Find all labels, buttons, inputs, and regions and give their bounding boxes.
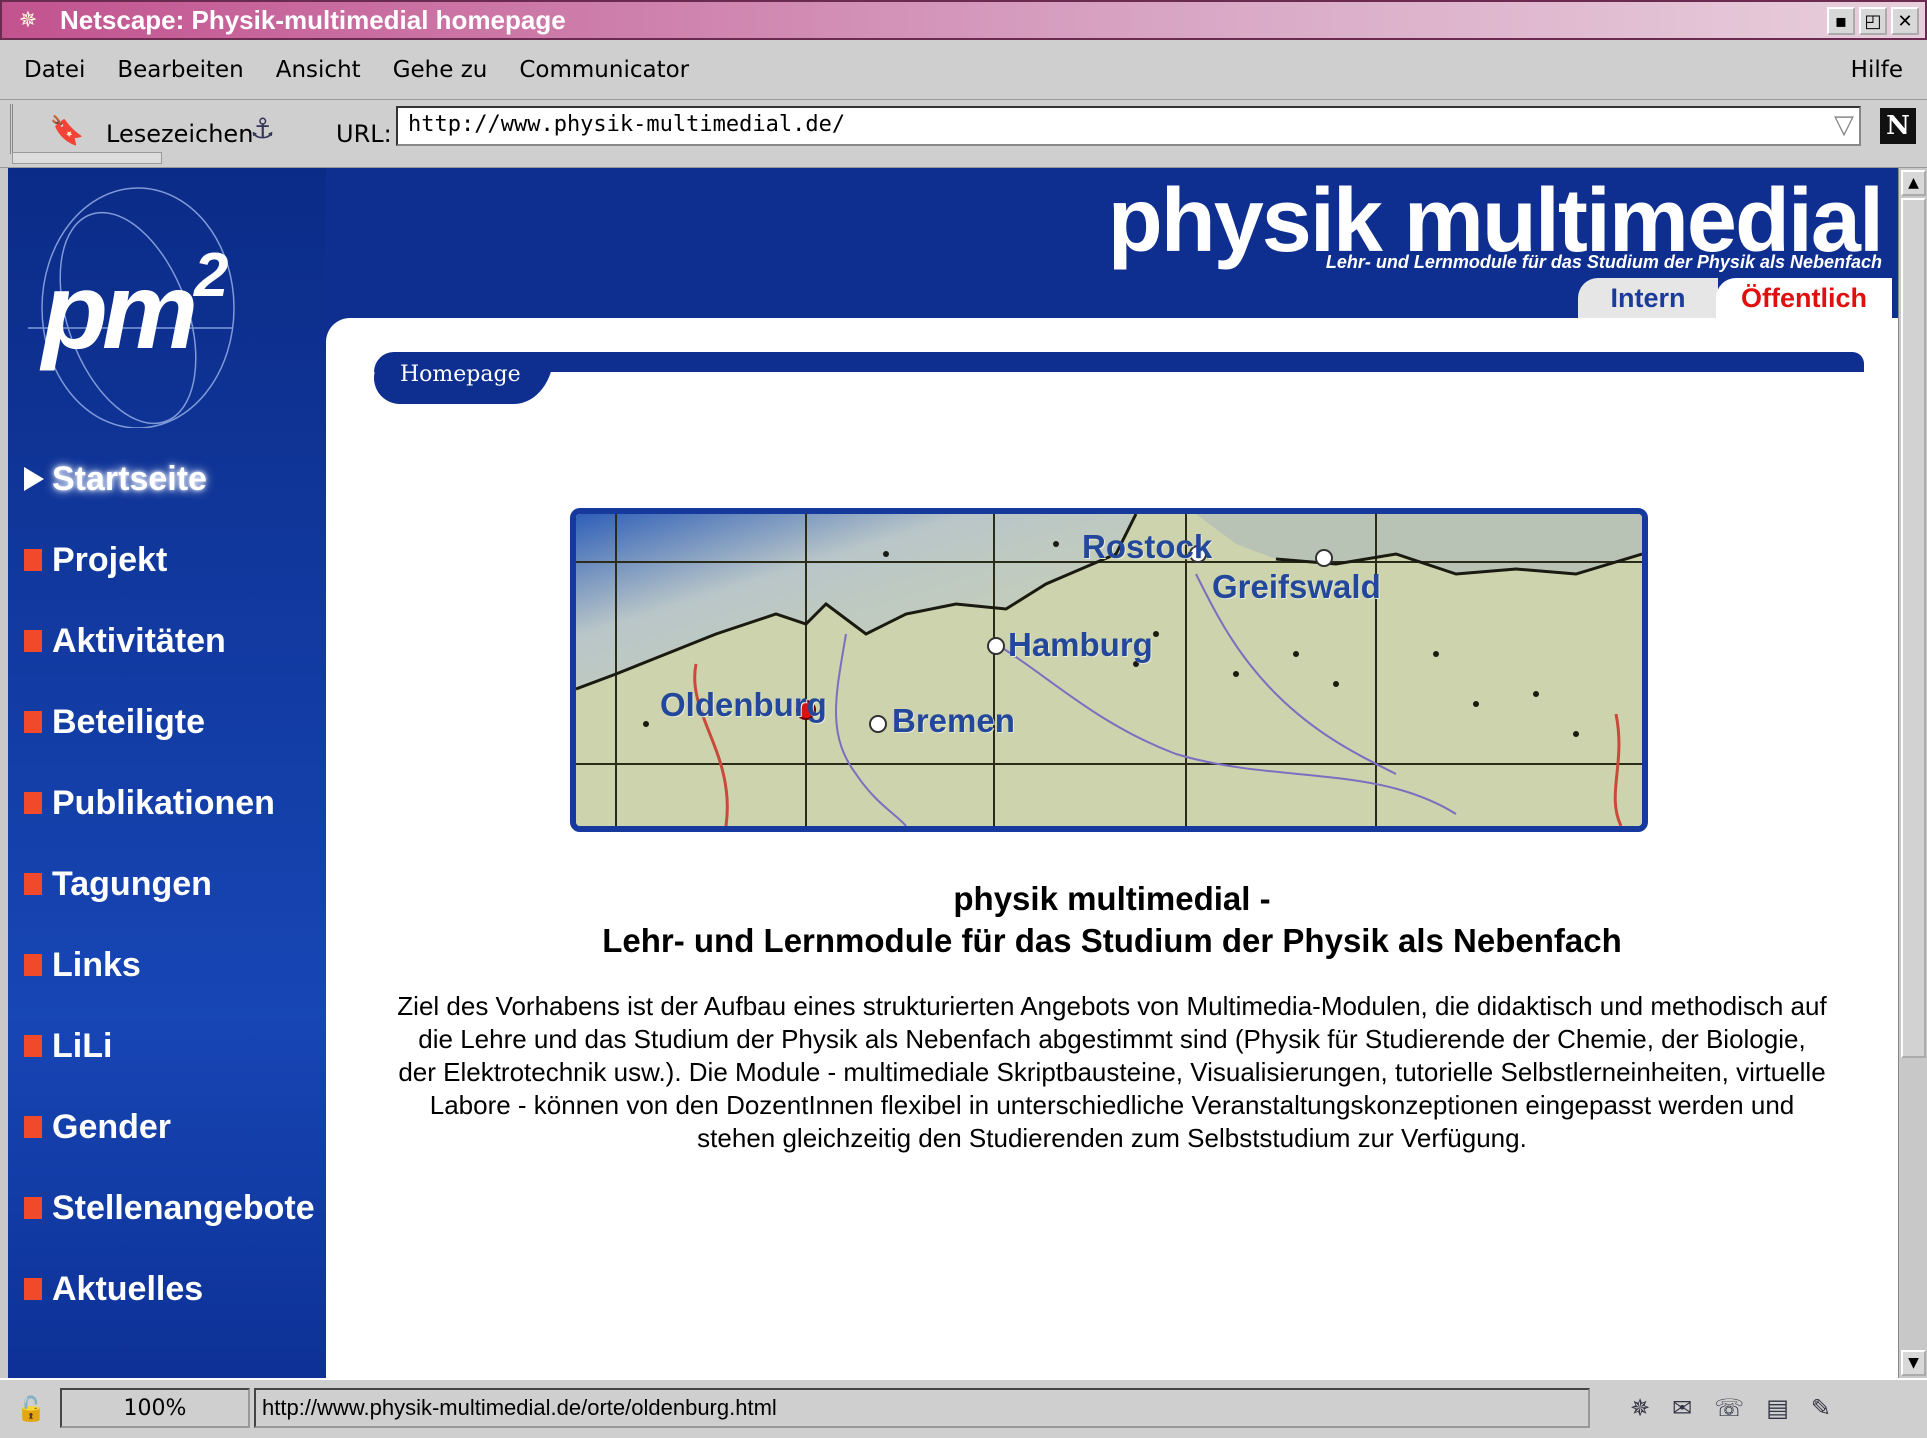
nav-aktuelles[interactable]: Aktuelles xyxy=(24,1264,203,1314)
bullet-icon xyxy=(24,1278,42,1300)
nav-stellenangebote[interactable]: Stellenangebote xyxy=(24,1183,315,1233)
nav-label: Projekt xyxy=(52,540,168,579)
url-dropdown-icon[interactable]: ▽ xyxy=(1834,110,1854,140)
map-city-greifswald[interactable]: Greifswald xyxy=(1212,568,1381,606)
location-icon[interactable]: ⚓ xyxy=(250,112,275,145)
nav-links[interactable]: Links xyxy=(24,940,141,990)
map-city-hamburg[interactable]: Hamburg xyxy=(1008,626,1153,664)
logo-superscript: 2 xyxy=(194,241,229,310)
logo-text: pm xyxy=(42,250,198,371)
bullet-icon xyxy=(24,954,42,976)
bullet-icon xyxy=(24,1197,42,1219)
page-content: pm 2 Startseite Projekt Aktivitäten Bete… xyxy=(8,168,1898,1378)
breadcrumb-bar xyxy=(374,352,1864,372)
nav-label: Tagungen xyxy=(52,864,212,903)
toolbar-collapse-grip[interactable] xyxy=(12,152,162,164)
maximize-button[interactable]: ◰ xyxy=(1859,7,1887,35)
bullet-icon xyxy=(24,792,42,814)
composer-icon[interactable]: ▤ xyxy=(1766,1394,1789,1422)
menu-hilfe[interactable]: Hilfe xyxy=(1851,57,1903,83)
status-bar: 🔓 100% http://www.physik-multimedial.de/… xyxy=(0,1378,1927,1438)
vertical-scrollbar[interactable]: ▲ ▼ xyxy=(1898,168,1927,1378)
nav-label: Stellenangebote xyxy=(52,1188,315,1227)
bookmarks-button[interactable]: Lesezeichen xyxy=(106,120,253,148)
nav-label: Publikationen xyxy=(52,783,275,822)
edit-icon[interactable]: ✎ xyxy=(1811,1394,1831,1422)
navigator-icon[interactable]: ✵ xyxy=(1630,1394,1650,1422)
main-panel: Homepage Rostock Greifswald Hamburg Olde… xyxy=(326,318,1898,1378)
nav-label: Aktivitäten xyxy=(52,621,226,660)
map-city-oldenburg[interactable]: Oldenburg xyxy=(660,686,827,724)
security-lock-icon[interactable]: 🔓 xyxy=(14,1392,48,1426)
tab-intern[interactable]: Intern xyxy=(1578,278,1718,318)
menu-communicator[interactable]: Communicator xyxy=(519,57,689,83)
url-label: URL: xyxy=(336,120,392,148)
location-map[interactable]: Rostock Greifswald Hamburg Oldenburg Bre… xyxy=(570,508,1648,832)
url-input[interactable]: http://www.physik-multimedial.de/ xyxy=(396,106,1861,146)
toolbar-grip[interactable] xyxy=(10,104,20,154)
window-title: Netscape: Physik-multimedial homepage xyxy=(60,4,566,35)
bullet-icon xyxy=(24,873,42,895)
breadcrumb: Homepage xyxy=(374,352,1864,404)
nav-label: Startseite xyxy=(52,459,207,498)
nav-aktivitaeten[interactable]: Aktivitäten xyxy=(24,616,226,666)
breadcrumb-label: Homepage xyxy=(400,362,521,387)
nav-gender[interactable]: Gender xyxy=(24,1102,171,1152)
discussion-icon[interactable]: ☏ xyxy=(1714,1394,1744,1422)
window-controls: ▪ ◰ ✕ xyxy=(1827,7,1919,35)
sidebar: pm 2 Startseite Projekt Aktivitäten Bete… xyxy=(8,168,326,1378)
map-city-rostock[interactable]: Rostock xyxy=(1082,528,1212,566)
active-arrow-icon xyxy=(24,467,44,491)
nav-publikationen[interactable]: Publikationen xyxy=(24,778,275,828)
menu-gehe-zu[interactable]: Gehe zu xyxy=(393,57,488,83)
nav-label: Beteiligte xyxy=(52,702,206,741)
nav-startseite[interactable]: Startseite xyxy=(24,454,207,504)
nav-label: LiLi xyxy=(52,1026,113,1065)
headline-line-1: physik multimedial - xyxy=(953,880,1271,917)
status-url: http://www.physik-multimedial.de/orte/ol… xyxy=(254,1388,1590,1428)
bullet-icon xyxy=(24,630,42,652)
netscape-app-icon[interactable]: ✵ xyxy=(12,5,44,35)
scroll-up-icon[interactable]: ▲ xyxy=(1901,170,1926,196)
intro-paragraph: Ziel des Vorhabens ist der Aufbau eines … xyxy=(397,991,1827,1153)
bookmarks-icon[interactable]: 🔖 xyxy=(42,110,92,150)
window-titlebar[interactable]: ✵ Netscape: Physik-multimedial homepage … xyxy=(0,0,1927,40)
nav-lili[interactable]: LiLi xyxy=(24,1021,112,1071)
menu-datei[interactable]: Datei xyxy=(24,57,85,83)
site-tagline: Lehr- und Lernmodule für das Studium der… xyxy=(1325,252,1882,272)
zoom-level: 100% xyxy=(60,1388,250,1428)
headline-line-2: Lehr- und Lernmodule für das Studium der… xyxy=(602,922,1622,959)
nav-label: Links xyxy=(52,945,141,984)
close-button[interactable]: ✕ xyxy=(1891,7,1919,35)
mail-icon[interactable]: ✉ xyxy=(1672,1394,1692,1422)
bullet-icon xyxy=(24,711,42,733)
bullet-icon xyxy=(24,549,42,571)
minimize-button[interactable]: ▪ xyxy=(1827,7,1855,35)
scroll-down-icon[interactable]: ▼ xyxy=(1901,1350,1926,1376)
netscape-logo-icon[interactable]: N xyxy=(1880,108,1916,144)
bullet-icon xyxy=(24,1035,42,1057)
component-bar: ✵ ✉ ☏ ▤ ✎ xyxy=(1600,1388,1920,1428)
nav-beteiligte[interactable]: Beteiligte xyxy=(24,697,205,747)
pm2-logo[interactable]: pm 2 xyxy=(18,178,238,428)
map-city-bremen[interactable]: Bremen xyxy=(892,702,1015,740)
scrollbar-thumb[interactable] xyxy=(1901,198,1926,1058)
menu-bearbeiten[interactable]: Bearbeiten xyxy=(117,57,243,83)
site-header: physik multimedial Lehr- und Lernmodule … xyxy=(326,168,1898,318)
page-headline: physik multimedial - Lehr- und Lernmodul… xyxy=(326,878,1898,962)
bullet-icon xyxy=(24,1116,42,1138)
tab-oeffentlich[interactable]: Öffentlich xyxy=(1716,278,1892,318)
nav-tagungen[interactable]: Tagungen xyxy=(24,859,212,909)
nav-label: Gender xyxy=(52,1107,172,1146)
location-toolbar: 🔖 Lesezeichen ⚓ URL: http://www.physik-m… xyxy=(0,100,1927,168)
nav-projekt[interactable]: Projekt xyxy=(24,535,167,585)
menu-ansicht[interactable]: Ansicht xyxy=(276,57,361,83)
nav-label: Aktuelles xyxy=(52,1269,204,1308)
menu-bar: Datei Bearbeiten Ansicht Gehe zu Communi… xyxy=(0,40,1927,100)
